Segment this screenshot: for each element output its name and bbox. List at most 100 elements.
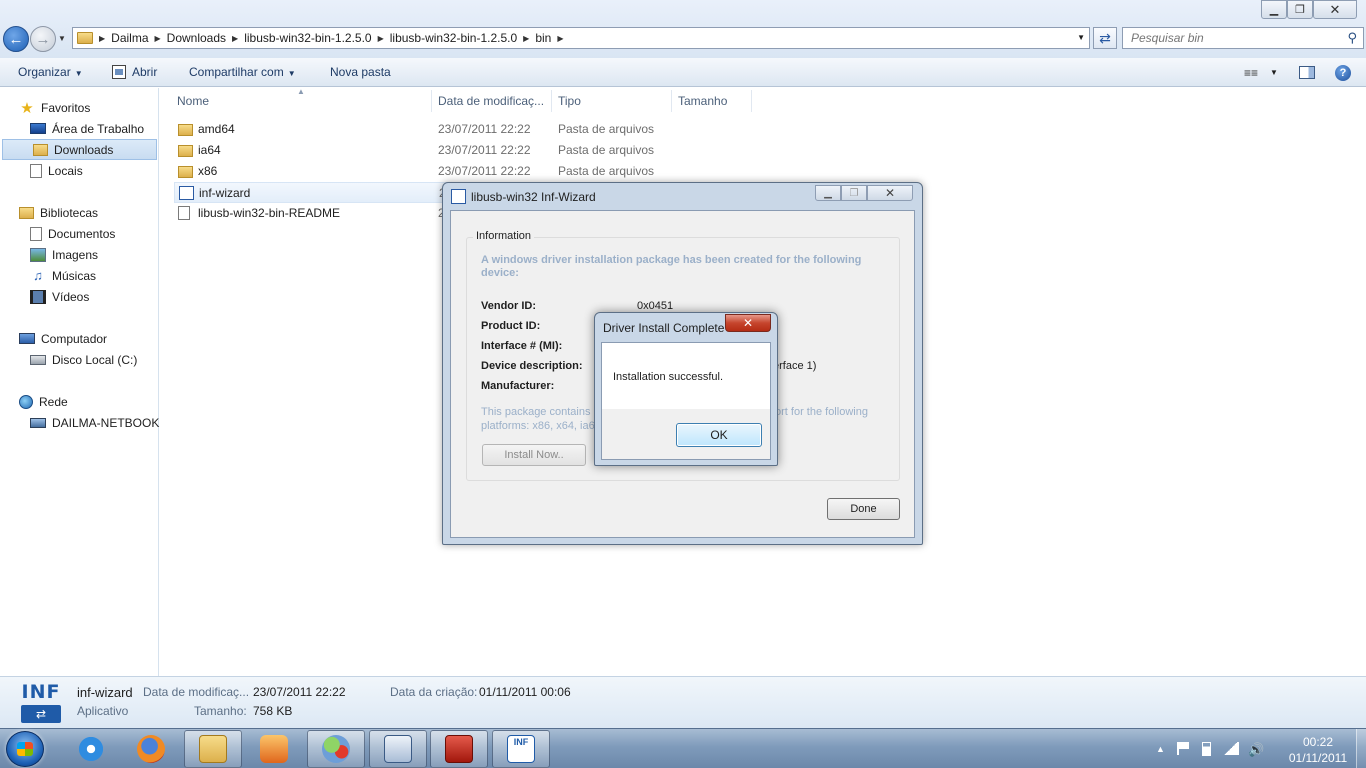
- nav-music[interactable]: ♫ Músicas: [0, 265, 158, 286]
- taskbar-toolbox[interactable]: [430, 730, 488, 768]
- nav-computer[interactable]: Computador: [0, 328, 158, 349]
- dialog-close-button[interactable]: ✕: [725, 314, 771, 332]
- nav-local-disk[interactable]: Disco Local (C:): [0, 349, 158, 370]
- taskbar-media-player[interactable]: [245, 730, 303, 768]
- nav-libraries[interactable]: Bibliotecas: [0, 202, 158, 223]
- search-input[interactable]: [1123, 28, 1333, 48]
- breadcrumb-libusb-2[interactable]: libusb-win32-bin-1.2.5.0: [390, 31, 517, 45]
- inf-usb-app-icon: INF ⇄: [18, 681, 64, 725]
- action-center-flag-icon[interactable]: [1177, 742, 1189, 755]
- refresh-icon[interactable]: ⇄: [1093, 27, 1117, 49]
- file-name: ia64: [198, 143, 221, 157]
- breadcrumb-downloads[interactable]: Downloads: [167, 31, 226, 45]
- nav-videos-label: Vídeos: [52, 289, 90, 304]
- chevron-down-icon[interactable]: ▼: [1270, 68, 1278, 77]
- nav-downloads-label: Downloads: [54, 142, 114, 157]
- nav-netbook[interactable]: DAILMA-NETBOOK: [0, 412, 159, 433]
- wizard-titlebar[interactable]: libusb-win32 Inf-Wizard ▁ ❐ ✕: [443, 183, 922, 209]
- start-button[interactable]: [6, 731, 44, 767]
- package-note-platforms: platforms: x86, x64, ia6: [481, 420, 595, 432]
- share-menu-button[interactable]: Compartilhar com ▼: [189, 65, 296, 79]
- history-dropdown-icon[interactable]: ▼: [58, 34, 66, 43]
- details-created-label: Data da criação:: [390, 685, 478, 699]
- show-hidden-icons-icon[interactable]: ▲: [1156, 744, 1165, 754]
- breadcrumb-separator-icon: ▶: [557, 33, 564, 43]
- wizard-minimize-button[interactable]: ▁: [815, 185, 841, 201]
- search-box[interactable]: ⚲: [1122, 27, 1364, 49]
- column-header-type[interactable]: Tipo: [558, 94, 581, 108]
- breadcrumb-separator-icon: ▶: [377, 33, 384, 43]
- preview-pane-icon[interactable]: [1299, 66, 1315, 79]
- column-divider[interactable]: [751, 90, 752, 112]
- nav-images-label: Imagens: [52, 247, 99, 262]
- vendor-id-value: 0x0451: [637, 300, 674, 312]
- taskbar-windows-explorer[interactable]: [184, 730, 242, 768]
- view-options-icon[interactable]: ≡≡: [1244, 66, 1258, 80]
- new-folder-button[interactable]: Nova pasta: [330, 65, 391, 79]
- vendor-id-label: Vendor ID:: [481, 300, 537, 312]
- details-pane: INF ⇄ inf-wizard Aplicativo Data de modi…: [0, 676, 1366, 728]
- nav-places[interactable]: Locais: [0, 160, 158, 181]
- nav-downloads[interactable]: Downloads: [2, 139, 157, 160]
- nav-favorites[interactable]: ★ Favoritos: [0, 97, 158, 118]
- address-dropdown-icon[interactable]: ▼: [1077, 33, 1085, 42]
- file-name: inf-wizard: [199, 186, 251, 200]
- file-type: Pasta de arquivos: [558, 122, 655, 136]
- volume-icon[interactable]: 🔊: [1248, 742, 1264, 758]
- done-button[interactable]: Done: [827, 498, 900, 520]
- nav-places-label: Locais: [48, 163, 83, 178]
- taskbar-device-manager[interactable]: [369, 730, 427, 768]
- taskbar-users-app[interactable]: [307, 730, 365, 768]
- breadcrumb-dailma[interactable]: Dailma: [111, 31, 148, 45]
- column-divider[interactable]: [551, 90, 552, 112]
- close-button[interactable]: ✕: [1313, 0, 1357, 19]
- computer-icon: [19, 333, 35, 344]
- nav-videos[interactable]: Vídeos: [0, 286, 158, 307]
- battery-icon[interactable]: [1202, 742, 1211, 756]
- search-icon[interactable]: ⚲: [1347, 30, 1357, 46]
- breadcrumb-bin[interactable]: bin: [535, 31, 551, 45]
- dialog-title: Driver Install Complete: [603, 321, 725, 335]
- navigation-pane: ★ Favoritos Área de Trabalho Downloads Lo…: [0, 88, 159, 676]
- wizard-close-button[interactable]: ✕: [867, 185, 913, 201]
- maximize-button[interactable]: ❐: [1287, 0, 1313, 19]
- file-row[interactable]: ia64 23/07/2011 22:22 Pasta de arquivos: [174, 140, 764, 161]
- windows-logo-icon: [17, 742, 33, 756]
- open-app-icon: [112, 65, 126, 79]
- minimize-button[interactable]: ▁: [1261, 0, 1287, 19]
- open-button[interactable]: Abrir: [112, 65, 157, 79]
- clock-time[interactable]: 00:22: [1282, 735, 1354, 749]
- taskbar-firefox[interactable]: [122, 730, 180, 768]
- breadcrumb-libusb-1[interactable]: libusb-win32-bin-1.2.5.0: [244, 31, 371, 45]
- ok-button[interactable]: OK: [676, 423, 762, 447]
- back-arrow-icon[interactable]: ←: [3, 26, 29, 52]
- nav-network-label: Rede: [39, 394, 68, 409]
- nav-desktop[interactable]: Área de Trabalho: [0, 118, 158, 139]
- nav-libraries-label: Bibliotecas: [40, 205, 99, 220]
- product-id-label: Product ID:: [481, 320, 541, 332]
- information-group-label: Information: [473, 230, 535, 242]
- nav-network[interactable]: Rede: [0, 391, 158, 412]
- show-desktop-button[interactable]: [1356, 729, 1366, 768]
- column-header-date[interactable]: Data de modificaç...: [438, 94, 544, 108]
- network-signal-icon[interactable]: [1223, 742, 1239, 755]
- taskbar-internet-explorer[interactable]: [62, 730, 120, 768]
- film-icon: [30, 289, 46, 304]
- clock-date[interactable]: 01/11/2011: [1282, 751, 1354, 765]
- install-now-button[interactable]: Install Now..: [482, 444, 586, 466]
- image-icon: [30, 247, 46, 262]
- column-divider[interactable]: [431, 90, 432, 112]
- address-bar[interactable]: ▶ Dailma ▶ Downloads ▶ libusb-win32-bin-…: [72, 27, 1090, 49]
- column-header-size[interactable]: Tamanho: [678, 94, 727, 108]
- file-row[interactable]: x86 23/07/2011 22:22 Pasta de arquivos: [174, 161, 764, 182]
- file-row[interactable]: amd64 23/07/2011 22:22 Pasta de arquivos: [174, 119, 764, 140]
- nav-images[interactable]: Imagens: [0, 244, 158, 265]
- details-size-label: Tamanho:: [194, 704, 247, 718]
- forward-arrow-icon[interactable]: →: [30, 26, 56, 52]
- column-header-name[interactable]: Nome: [177, 94, 209, 108]
- taskbar-inf-wizard[interactable]: INF: [492, 730, 550, 768]
- help-icon[interactable]: ?: [1335, 65, 1351, 81]
- nav-documents[interactable]: Documentos: [0, 223, 158, 244]
- column-divider[interactable]: [671, 90, 672, 112]
- organize-menu-button[interactable]: Organizar ▼: [18, 65, 83, 79]
